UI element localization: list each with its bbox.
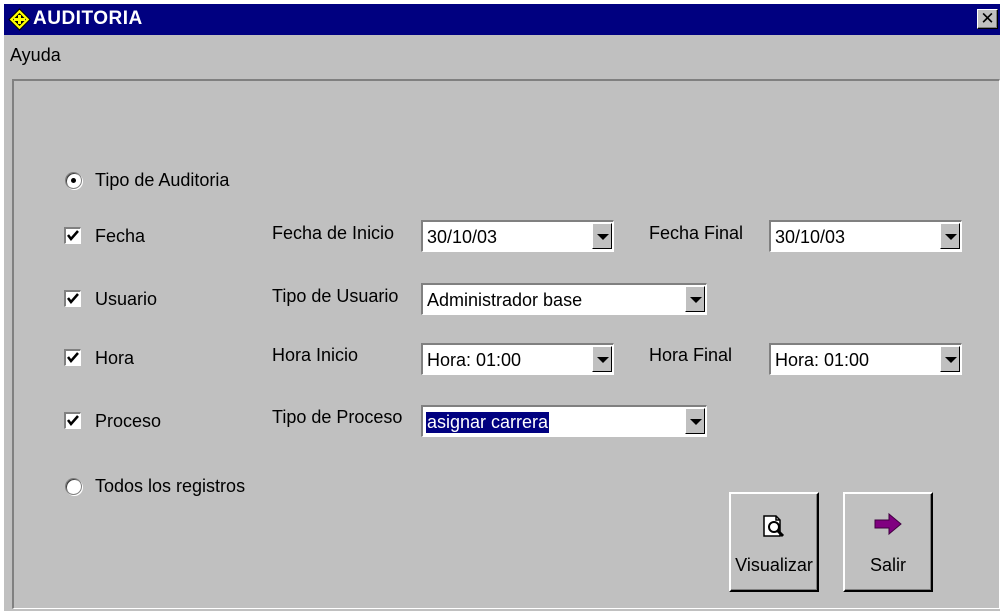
hora-final-select[interactable]: Hora: 01:00 bbox=[769, 343, 962, 375]
todos-registros-radio[interactable] bbox=[65, 478, 82, 495]
fecha-inicio-label: Fecha de Inicio bbox=[272, 223, 395, 243]
auditoria-window: AUDITORIA ✕ Ayuda Tipo de Auditoria Fech… bbox=[2, 4, 1000, 611]
fecha-final-label: Fecha Final bbox=[649, 223, 744, 243]
menu-bar: Ayuda bbox=[4, 35, 1000, 73]
checkmark-icon bbox=[67, 293, 79, 304]
dropdown-arrow-icon[interactable] bbox=[685, 286, 705, 312]
menu-ayuda[interactable]: Ayuda bbox=[10, 45, 61, 66]
tipo-proceso-label: Tipo de Proceso bbox=[272, 407, 403, 427]
close-button[interactable]: ✕ bbox=[977, 9, 998, 29]
salir-label: Salir bbox=[869, 555, 906, 575]
hora-inicio-label: Hora Inicio bbox=[272, 345, 359, 365]
dropdown-arrow-icon[interactable] bbox=[592, 223, 612, 249]
tipo-usuario-label: Tipo de Usuario bbox=[272, 286, 399, 306]
tipo-auditoria-radio[interactable] bbox=[65, 172, 82, 189]
salir-button[interactable]: Salir bbox=[843, 492, 933, 592]
fecha-inicio-select[interactable]: 30/10/03 bbox=[421, 220, 614, 252]
fecha-final-value: 30/10/03 bbox=[775, 227, 846, 247]
hora-checkbox[interactable] bbox=[64, 349, 81, 366]
proceso-checkbox[interactable] bbox=[64, 412, 81, 429]
close-icon: ✕ bbox=[980, 9, 995, 28]
title-bar[interactable]: AUDITORIA ✕ bbox=[4, 4, 1000, 35]
fecha-final-select[interactable]: 30/10/03 bbox=[769, 220, 962, 252]
usuario-label: Usuario bbox=[95, 289, 158, 309]
dropdown-arrow-icon[interactable] bbox=[940, 346, 960, 372]
tipo-auditoria-label: Tipo de Auditoria bbox=[95, 170, 230, 190]
hora-inicio-value: Hora: 01:00 bbox=[427, 350, 522, 370]
proceso-label: Proceso bbox=[95, 411, 162, 431]
checkmark-icon bbox=[67, 352, 79, 363]
fecha-inicio-value: 30/10/03 bbox=[427, 227, 498, 247]
magnifier-page-icon bbox=[761, 512, 787, 545]
dropdown-arrow-icon[interactable] bbox=[940, 223, 960, 249]
tipo-usuario-select[interactable]: Administrador base bbox=[421, 283, 707, 315]
window-title: AUDITORIA bbox=[33, 8, 143, 29]
hora-inicio-select[interactable]: Hora: 01:00 bbox=[421, 343, 614, 375]
radio-selected-dot bbox=[71, 178, 76, 183]
fecha-label: Fecha bbox=[95, 226, 146, 246]
visualizar-button[interactable]: Visualizar bbox=[729, 492, 819, 592]
tipo-proceso-value: asignar carrera bbox=[426, 412, 550, 433]
dropdown-arrow-icon[interactable] bbox=[685, 408, 705, 434]
arrow-right-icon bbox=[873, 512, 903, 541]
hora-final-label: Hora Final bbox=[649, 345, 733, 365]
fecha-checkbox[interactable] bbox=[64, 227, 81, 244]
todos-registros-label: Todos los registros bbox=[95, 476, 246, 496]
checkmark-icon bbox=[67, 230, 79, 241]
visualizar-label: Visualizar bbox=[735, 555, 813, 575]
tipo-usuario-value: Administrador base bbox=[427, 290, 583, 310]
checkmark-icon bbox=[67, 415, 79, 426]
hora-final-value: Hora: 01:00 bbox=[775, 350, 870, 370]
usuario-checkbox[interactable] bbox=[64, 290, 81, 307]
hora-label: Hora bbox=[95, 348, 135, 368]
dropdown-arrow-icon[interactable] bbox=[592, 346, 612, 372]
app-warning-icon bbox=[8, 8, 31, 31]
tipo-proceso-select[interactable]: asignar carrera bbox=[421, 405, 707, 437]
